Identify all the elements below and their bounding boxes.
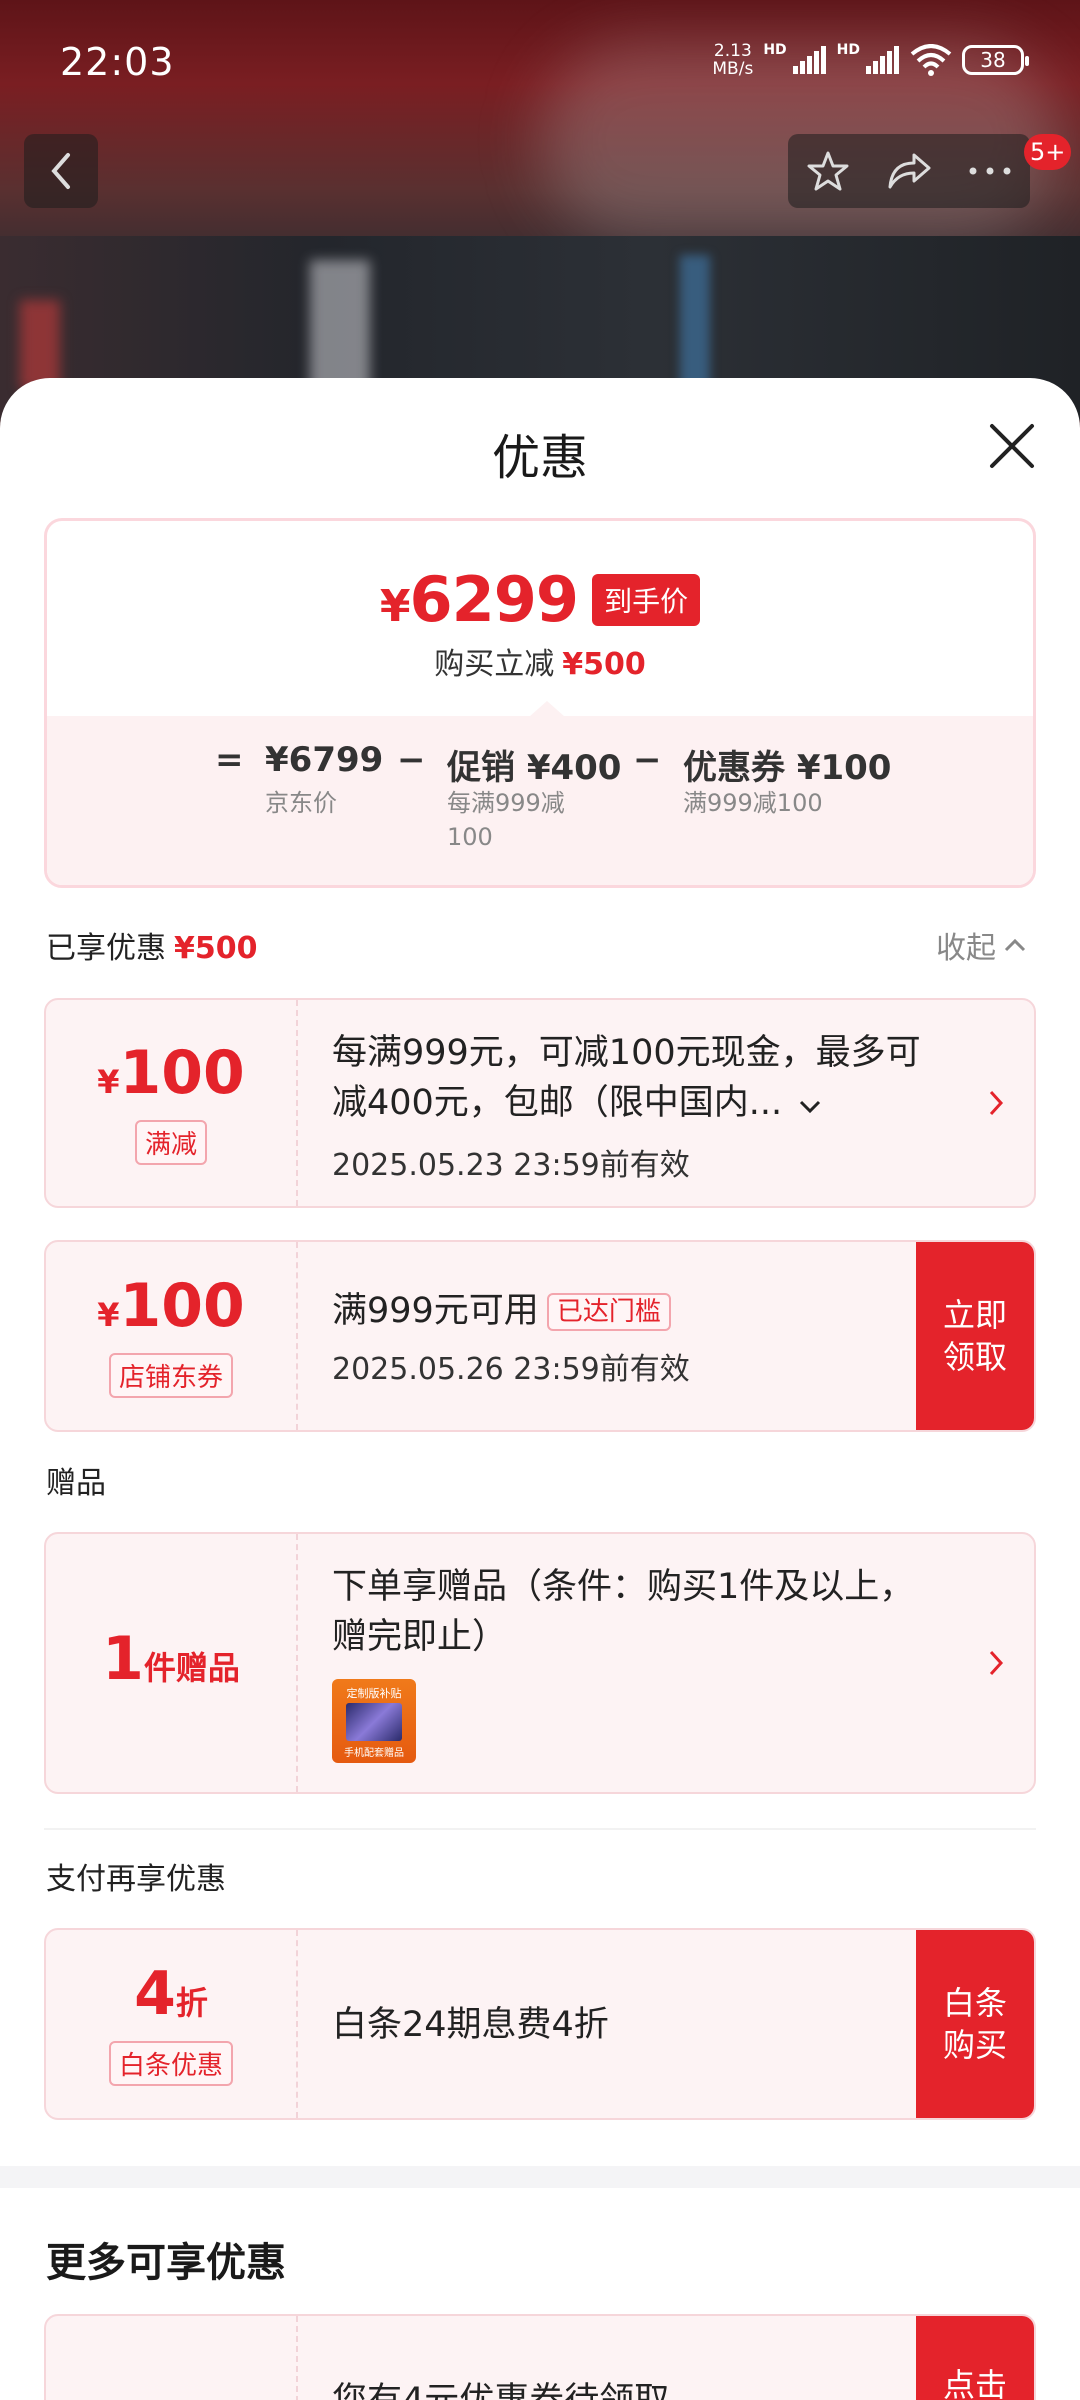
price-breakdown: = ¥6799 京东价 − 促销 ¥400 每满999减 100 − 优惠券 ¥… [47,716,1033,885]
more-icon [969,167,1011,175]
status-icons: 2.13 MB/s HD HD 38 [712,41,1029,79]
divider [44,1828,1036,1830]
full-reduction-title: 每满999元，可减100元现金，最多可 减400元，包邮（限中国内... [332,1033,921,1123]
more-coupon-card: ¥4 您有4元优惠券待领取 点击 [44,2314,1036,2400]
full-reduction-amount: ¥100 [97,1038,245,1108]
price-summary: ¥6299 到手价 购买立减 ¥500 = ¥6799 京东价 − 促销 ¥400… [44,518,1036,888]
more-discounts-title: 更多可享优惠 [46,2240,286,2286]
baitiao-tag: 白条优惠 [108,2041,233,2086]
expand-icon[interactable] [799,1100,821,1114]
sheet-title: 优惠 [491,430,588,486]
promo-desc: 每满999减 100 [447,789,565,851]
claim-coupon-button[interactable]: 立即 领取 [916,1242,1034,1430]
gift-card[interactable]: 1件赠品 下单享赠品（条件：购买1件及以上， 赠完即止） 定制版补贴 手机配套赠… [44,1532,1036,1794]
hd-indicator: HD [763,42,787,58]
net-speed: 2.13 MB/s [712,41,754,79]
chevron-right-icon [989,1090,1004,1116]
coupon-desc: 满999减100 [683,789,823,817]
store-coupon-title: 满999元可用 已达门槛 [332,1286,671,1336]
baitiao-buy-button[interactable]: 白条 购买 [916,1930,1034,2118]
full-reduction-date: 2025.05.23 23:59前有效 [332,1148,690,1183]
baitiao-discount: 4折 [134,1959,208,2029]
share-icon [888,153,931,189]
notification-badge: 5+ [1024,134,1072,170]
final-price-tag: 到手价 [592,573,701,626]
nav-actions [788,134,1030,208]
final-price: ¥6299 [379,563,579,636]
jd-price: ¥6799 [265,740,384,780]
minus-sign-2: − [633,740,662,780]
star-icon [807,151,849,191]
more-coupon-title: 您有4元优惠券待领取 [332,2376,669,2400]
more-coupon-button[interactable]: 点击 [916,2316,1034,2400]
hd-indicator-2: HD [836,42,860,58]
chevron-up-icon [1004,938,1026,952]
baitiao-card: 4折 白条优惠 白条24期息费4折 白条 购买 [44,1928,1036,2120]
status-bar: 22:03 2.13 MB/s HD HD 38 [0,0,1080,120]
close-icon [990,424,1034,468]
back-button[interactable] [24,134,98,208]
signal-icon [792,46,826,74]
enjoyed-label: 已享优惠 ¥500 [46,931,258,966]
equals-sign: = [215,740,244,780]
gifts-section-label: 赠品 [46,1466,106,1501]
more-coupon-amount: ¥4 [139,2393,203,2400]
gift-count: 1件赠品 [102,1623,240,1694]
minus-sign: − [397,740,426,780]
wifi-icon [910,44,952,76]
payment-section-label: 支付再享优惠 [46,1862,226,1897]
threshold-tag: 已达门槛 [546,1293,671,1331]
promo-amount: 促销 ¥400 [447,748,622,788]
chevron-left-icon [51,153,70,189]
battery-icon: 38 [962,45,1029,75]
full-reduction-tag: 满减 [134,1120,207,1165]
signal-icon-2 [866,46,899,74]
gift-title: 下单享赠品（条件：购买1件及以上， 赠完即止） [332,1567,915,1657]
jd-price-label: 京东价 [265,789,337,817]
close-button[interactable] [984,418,1040,474]
section-separator [0,2166,1080,2188]
favorite-button[interactable] [793,136,863,206]
clock: 22:03 [60,40,175,84]
store-coupon-card: ¥100 店铺东券 满999元可用 已达门槛 2025.05.26 23:59前有… [44,1240,1036,1432]
share-button[interactable] [874,136,944,206]
more-button[interactable] [955,136,1025,206]
gift-thumbnail[interactable]: 定制版补贴 手机配套赠品 [332,1679,416,1763]
instant-reduction: 购买立减 ¥500 [434,647,646,682]
full-reduction-card[interactable]: ¥100 满减 每满999元，可减100元现金，最多可 减400元，包邮（限中国… [44,998,1036,1208]
baitiao-title: 白条24期息费4折 [332,2005,609,2045]
collapse-button[interactable]: 收起 [936,923,1026,967]
chevron-right-icon [989,1650,1004,1676]
store-coupon-amount: ¥100 [97,1271,245,1341]
coupon-amount: 优惠券 ¥100 [683,748,892,788]
store-coupon-date: 2025.05.26 23:59前有效 [332,1352,690,1387]
discount-sheet: 优惠 ¥6299 到手价 购买立减 ¥500 = ¥6799 京东价 − 促销 ¥… [0,378,1080,2400]
store-coupon-tag: 店铺东券 [108,1353,233,1398]
